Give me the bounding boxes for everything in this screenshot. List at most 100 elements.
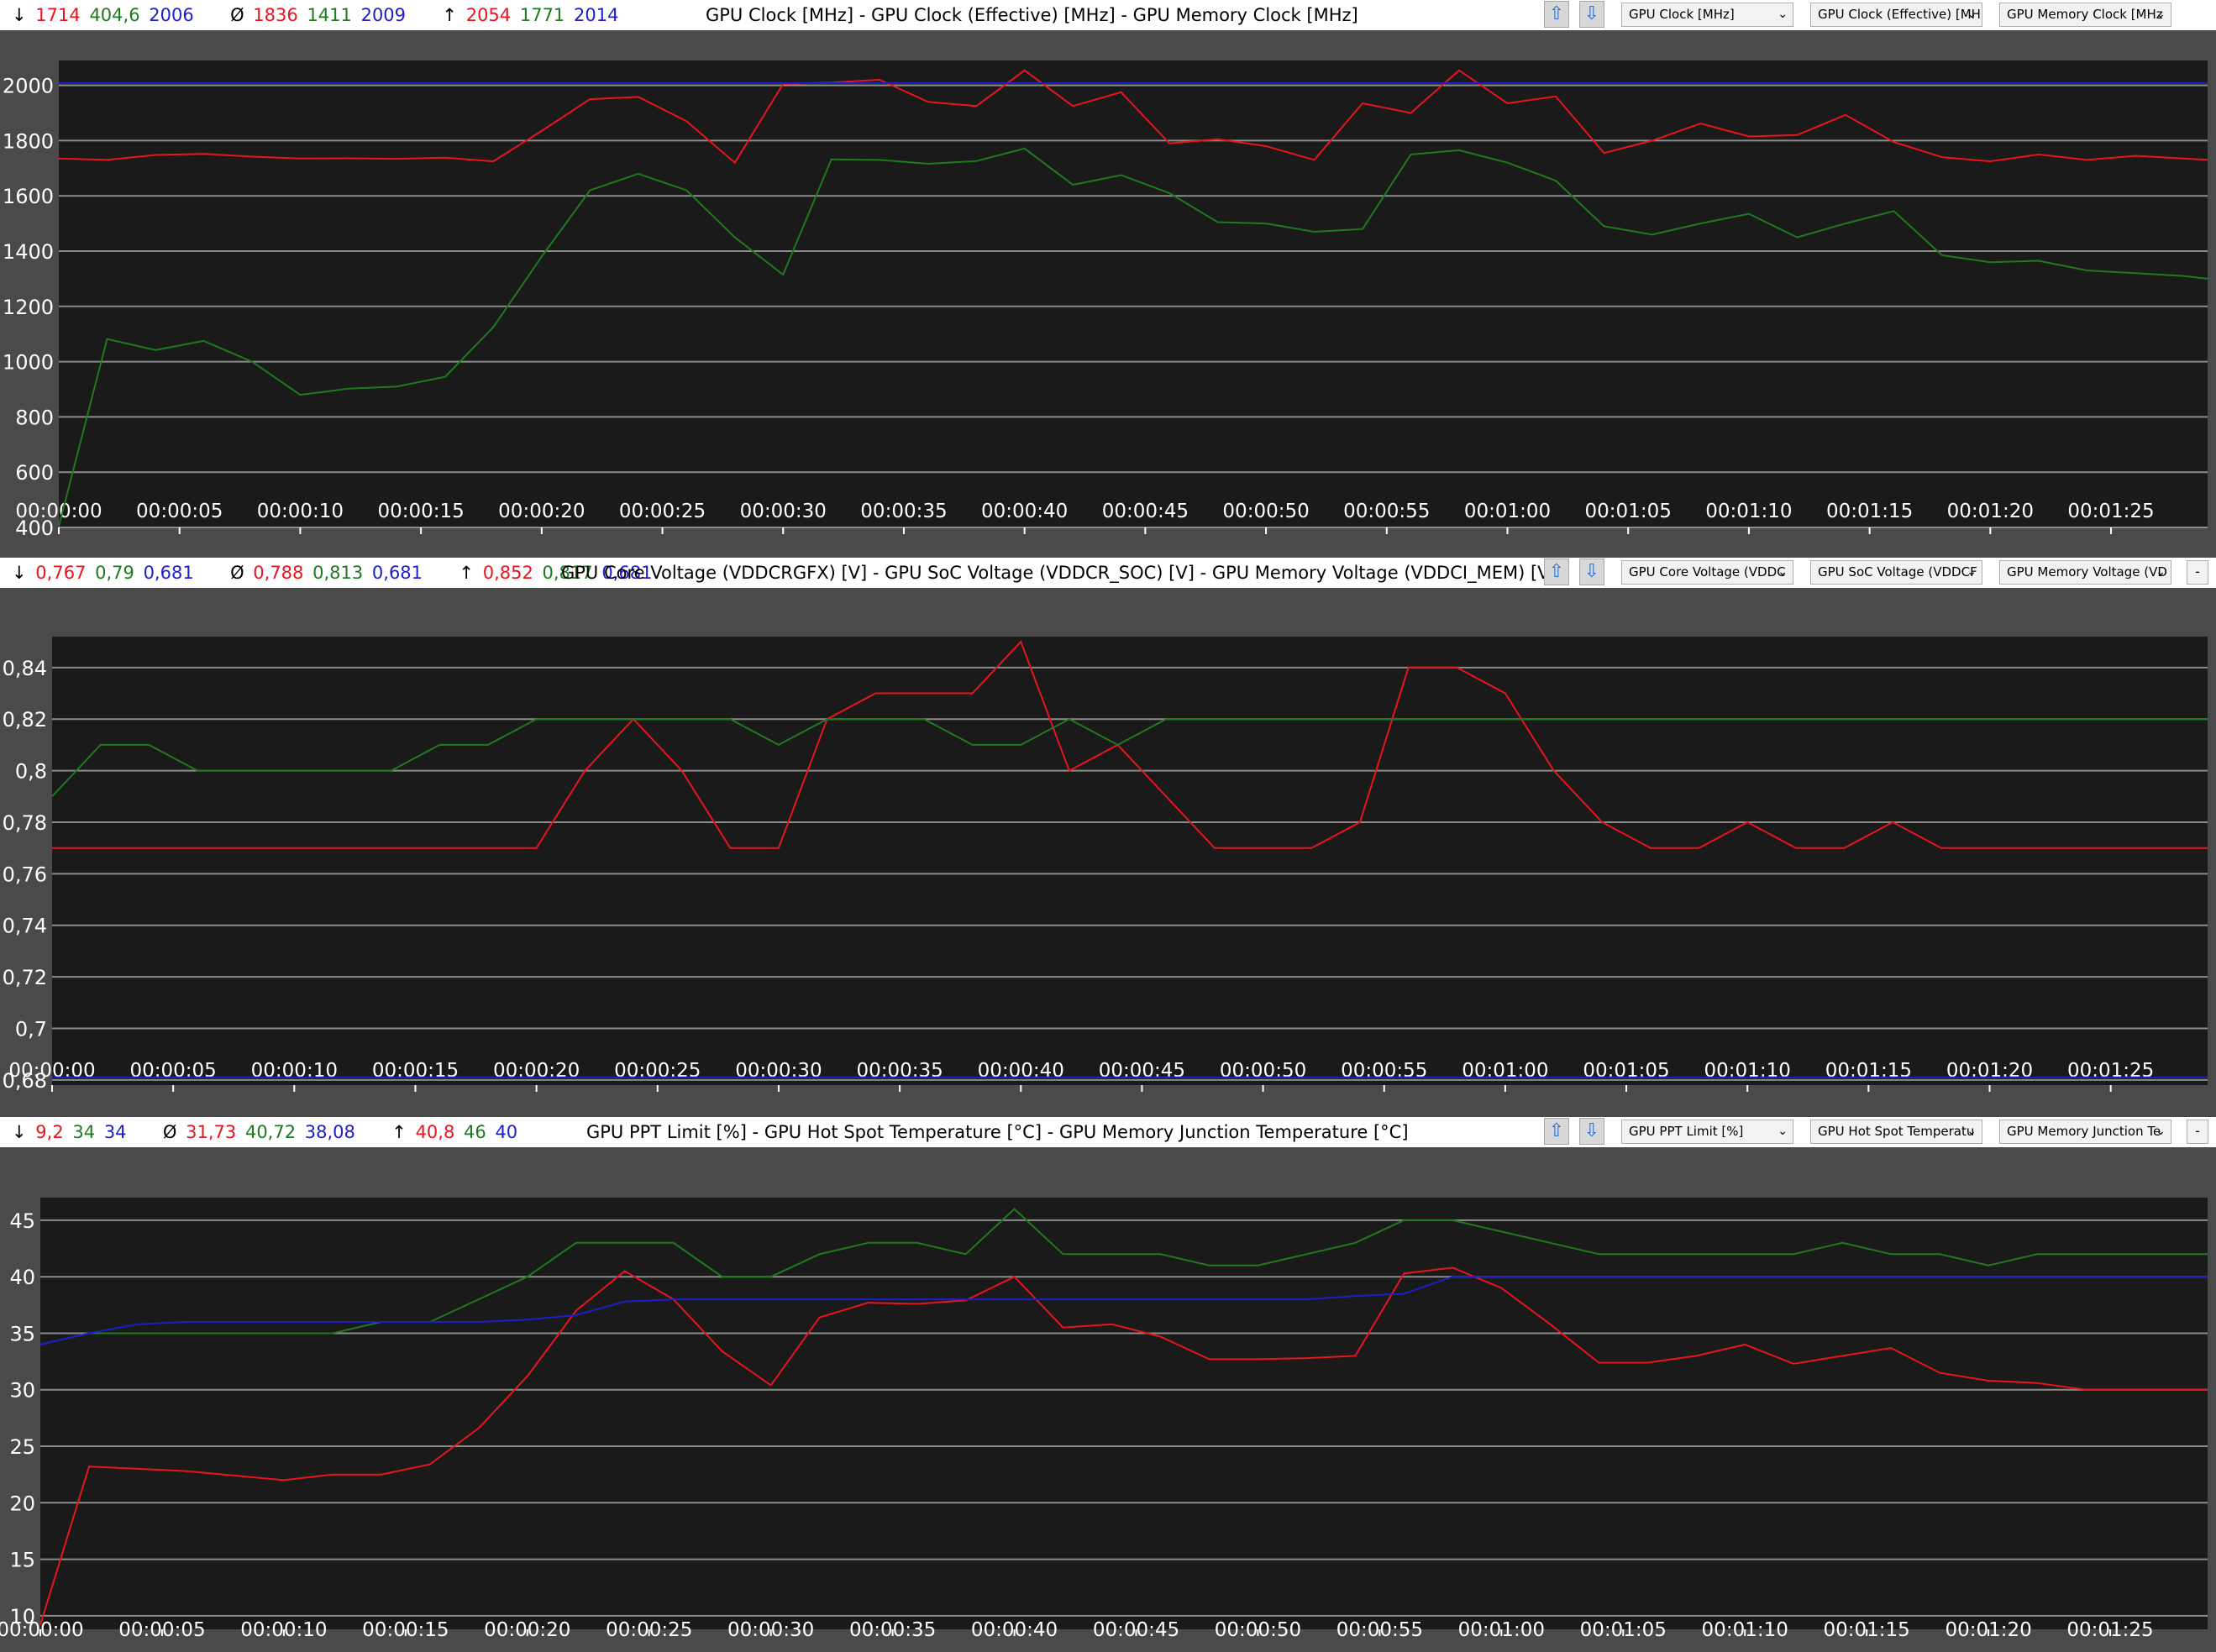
x-tick-label: 00:00:20	[498, 501, 585, 522]
stat-avg-red: 1836	[253, 5, 298, 25]
stat-avg-green: 0,813	[312, 563, 364, 583]
stat-max-green: 46	[464, 1122, 486, 1142]
series-select-1[interactable]: GPU Core Voltage (VDDC ⌄	[1621, 560, 1793, 585]
x-tick-label: 00:00:25	[614, 1060, 701, 1082]
x-tick-label: 00:00:50	[1215, 1619, 1301, 1641]
x-tick-label: 00:00:10	[240, 1619, 327, 1641]
move-up-button[interactable]: ⇧	[1544, 559, 1569, 585]
panel-header: ↓ 1714 404,6 2006 Ø 1836 1411 2009 ↑ 205…	[0, 0, 2216, 30]
x-tick-label: 00:00:45	[1102, 501, 1189, 522]
min-symbol: ↓	[12, 1122, 27, 1142]
stat-avg-blue: 0,681	[371, 563, 423, 583]
x-tick-label: 00:00:05	[118, 1619, 205, 1641]
series-select-1[interactable]: GPU Clock [MHz] ⌄	[1621, 3, 1793, 27]
x-tick-label: 00:00:35	[856, 1060, 943, 1082]
stat-min-blue: 0,681	[143, 563, 194, 583]
chevron-down-icon: ⌄	[1967, 1125, 1977, 1138]
x-tick-label: 00:01:05	[1580, 1619, 1667, 1641]
panel-header: ↓ 9,2 34 34 Ø 31,73 40,72 38,08 ↑ 40,8 4…	[0, 1117, 2216, 1147]
x-tick-label: 00:00:45	[1099, 1060, 1185, 1082]
stat-max-red: 2054	[465, 5, 512, 25]
stat-min-red: 9,2	[35, 1122, 64, 1142]
minimize-button[interactable]: -	[2187, 560, 2208, 585]
y-tick-label: 600	[15, 461, 54, 485]
chevron-down-icon: ⌄	[2156, 1125, 2166, 1138]
panel-title: GPU Core Voltage (VDDCRGFX) [V] - GPU So…	[561, 563, 1557, 583]
x-tick-label: 00:01:05	[1583, 1060, 1669, 1082]
x-tick-label: 00:00:15	[372, 1060, 459, 1082]
y-tick-label: 15	[9, 1549, 35, 1572]
y-tick-label: 35	[9, 1322, 35, 1345]
y-tick-label: 0,82	[3, 708, 47, 732]
y-tick-label: 25	[9, 1435, 35, 1459]
x-tick-label: 00:00:55	[1343, 501, 1430, 522]
stats-readout: ↓ 1714 404,6 2006 Ø 1836 1411 2009 ↑ 205…	[12, 0, 622, 30]
x-tick-label: 00:01:25	[2066, 1619, 2153, 1641]
x-tick-label: 00:01:00	[1458, 1619, 1545, 1641]
plot-area	[40, 1198, 2208, 1629]
chevron-down-icon: ⌄	[1778, 565, 1788, 579]
x-tick-label: 00:00:45	[1093, 1619, 1179, 1641]
stat-min-green: 404,6	[89, 5, 140, 25]
y-tick-label: 1600	[3, 185, 54, 208]
y-tick-label: 45	[9, 1209, 35, 1233]
series-select-2[interactable]: GPU Clock (Effective) [MH ⌄	[1810, 3, 1982, 27]
series-select-3[interactable]: GPU Memory Voltage (VD ⌄	[1999, 560, 2171, 585]
series-select-2[interactable]: GPU Hot Spot Temperatu ⌄	[1810, 1120, 1982, 1144]
series-select-2[interactable]: GPU SoC Voltage (VDDCF ⌄	[1810, 560, 1982, 585]
plot-area	[59, 60, 2208, 527]
x-tick-label: 00:00:15	[377, 501, 464, 522]
x-tick-label: 00:01:15	[1825, 1060, 1912, 1082]
min-symbol: ↓	[12, 5, 27, 25]
stat-min-green: 0,79	[95, 563, 134, 583]
y-tick-label: 2000	[3, 75, 54, 98]
arrow-down-icon: ⇩	[1583, 561, 1600, 582]
max-symbol: ↑	[459, 563, 475, 583]
x-tick-label: 00:00:00	[8, 1060, 95, 1082]
stats-readout: ↓ 9,2 34 34 Ø 31,73 40,72 38,08 ↑ 40,8 4…	[12, 1117, 521, 1147]
move-down-button[interactable]: ⇩	[1579, 1, 1604, 28]
stat-max-blue: 2014	[573, 5, 619, 25]
move-down-button[interactable]: ⇩	[1579, 559, 1604, 585]
x-tick-label: 00:00:00	[15, 501, 102, 522]
x-tick-label: 00:01:15	[1824, 1619, 1910, 1641]
stat-max-blue: 40	[495, 1122, 518, 1142]
panel-title: GPU Clock [MHz] - GPU Clock (Effective) …	[706, 5, 1358, 25]
x-tick-label: 00:00:20	[493, 1060, 580, 1082]
stat-avg-green: 1411	[307, 5, 352, 25]
stat-min-blue: 34	[103, 1122, 127, 1142]
x-tick-label: 00:00:25	[606, 1619, 692, 1641]
x-tick-label: 00:00:55	[1341, 1060, 1427, 1082]
chevron-down-icon: ⌄	[1967, 565, 1977, 579]
x-tick-label: 00:01:05	[1585, 501, 1672, 522]
move-down-button[interactable]: ⇩	[1579, 1118, 1604, 1145]
chevron-down-icon: ⌄	[2156, 565, 2166, 579]
stat-avg-red: 31,73	[186, 1122, 237, 1142]
x-tick-label: 00:01:25	[2067, 1060, 2154, 1082]
x-tick-label: 00:01:25	[2067, 501, 2154, 522]
x-tick-label: 00:00:05	[136, 501, 223, 522]
x-tick-label: 00:00:40	[971, 1619, 1058, 1641]
panel-temperature: ↓ 9,2 34 34 Ø 31,73 40,72 38,08 ↑ 40,8 4…	[0, 1117, 2216, 1652]
move-up-button[interactable]: ⇧	[1544, 1, 1569, 28]
y-tick-label: 1000	[3, 351, 54, 375]
panel-header: ↓ 0,767 0,79 0,681 Ø 0,788 0,813 0,681 ↑…	[0, 558, 2216, 588]
x-tick-label: 00:00:25	[619, 501, 706, 522]
chart-temperature: 101520253035404500:00:00 00:00:05 00:00:10…	[0, 1198, 2208, 1641]
x-tick-label: 00:01:20	[1947, 501, 2034, 522]
series-select-3[interactable]: GPU Memory Clock [MHz ⌄	[1999, 3, 2171, 27]
y-tick-label: 0,74	[3, 915, 47, 938]
y-tick-label: 0,84	[3, 657, 47, 680]
move-up-button[interactable]: ⇧	[1544, 1118, 1569, 1145]
plot-area	[52, 637, 2208, 1085]
x-tick-label: 00:00:20	[484, 1619, 570, 1641]
x-tick-label: 00:01:10	[1705, 501, 1792, 522]
avg-symbol: Ø	[162, 1122, 177, 1142]
stat-min-red: 0,767	[35, 563, 87, 583]
series-select-3[interactable]: GPU Memory Junction Te ⌄	[1999, 1120, 2171, 1144]
minimize-button[interactable]: -	[2187, 1120, 2208, 1144]
x-tick-label: 00:00:55	[1336, 1619, 1423, 1641]
arrow-up-icon: ⇧	[1548, 3, 1565, 24]
series-select-1[interactable]: GPU PPT Limit [%] ⌄	[1621, 1120, 1793, 1144]
x-tick-label: 00:01:15	[1826, 501, 1913, 522]
